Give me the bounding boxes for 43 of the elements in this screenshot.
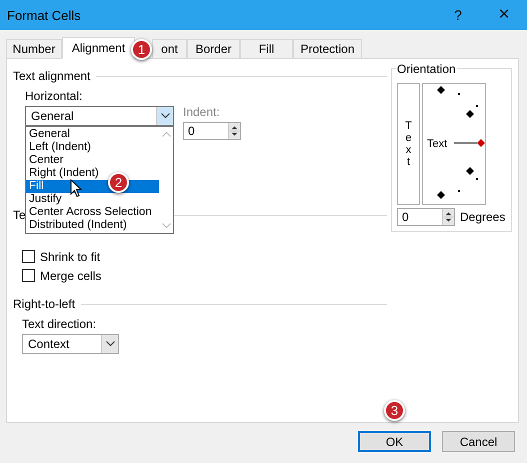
scroll-down-icon (162, 223, 171, 229)
chevron-down-icon (160, 113, 170, 119)
section-heading: Text alignment (13, 69, 90, 83)
tab[interactable]: Number (6, 39, 62, 59)
checkbox-label: Merge cells (40, 268, 102, 282)
field-label: Indent: (183, 105, 221, 119)
tab[interactable]: Alignment (62, 37, 135, 59)
indent-spinner[interactable]: 0 (183, 122, 241, 140)
spinner-arrows-icon (228, 123, 240, 139)
cancel-button[interactable]: Cancel (442, 431, 515, 452)
help-button[interactable]: ? (435, 0, 481, 30)
checkbox[interactable] (22, 250, 35, 263)
section-heading: Orientation (396, 62, 457, 76)
text-direction-dropdown[interactable]: Context (22, 334, 119, 354)
tab[interactable]: Border (187, 39, 240, 59)
list-option[interactable]: Justify (26, 193, 159, 206)
mouse-pointer-icon (70, 179, 82, 198)
list-option[interactable]: Center Across Selection (26, 206, 159, 219)
field-label: Text direction: (22, 317, 98, 331)
vertical-text-button[interactable]: Text (397, 83, 420, 205)
field-label: Horizontal: (25, 89, 84, 103)
section-heading: Te (13, 208, 26, 222)
list-option[interactable]: Left (Indent) (26, 141, 159, 154)
window-title: Format Cells (7, 8, 82, 22)
orientation-dial[interactable]: Text (422, 83, 486, 205)
spinner-arrows-icon (442, 209, 454, 225)
tab[interactable]: Protection (293, 39, 362, 59)
scroll-up-icon (162, 131, 171, 137)
close-button[interactable]: × (481, 0, 527, 30)
section-heading: Right-to-left (13, 297, 76, 311)
tab[interactable]: Fill (240, 39, 293, 59)
tab[interactable]: ont (152, 39, 187, 59)
degrees-spinner[interactable]: 0 (397, 208, 455, 226)
ok-button[interactable]: OK (358, 431, 431, 452)
list-option[interactable]: General (26, 128, 159, 141)
chevron-down-icon (106, 341, 114, 347)
field-label: Degrees (460, 210, 506, 224)
dropdown-button[interactable] (156, 107, 173, 125)
dropdown-button[interactable] (101, 335, 118, 353)
list-option[interactable]: Center (26, 154, 159, 167)
checkbox-label: Shrink to fit (40, 250, 100, 264)
list-option[interactable]: Distributed (Indent) (26, 219, 159, 232)
checkbox[interactable] (22, 269, 35, 282)
